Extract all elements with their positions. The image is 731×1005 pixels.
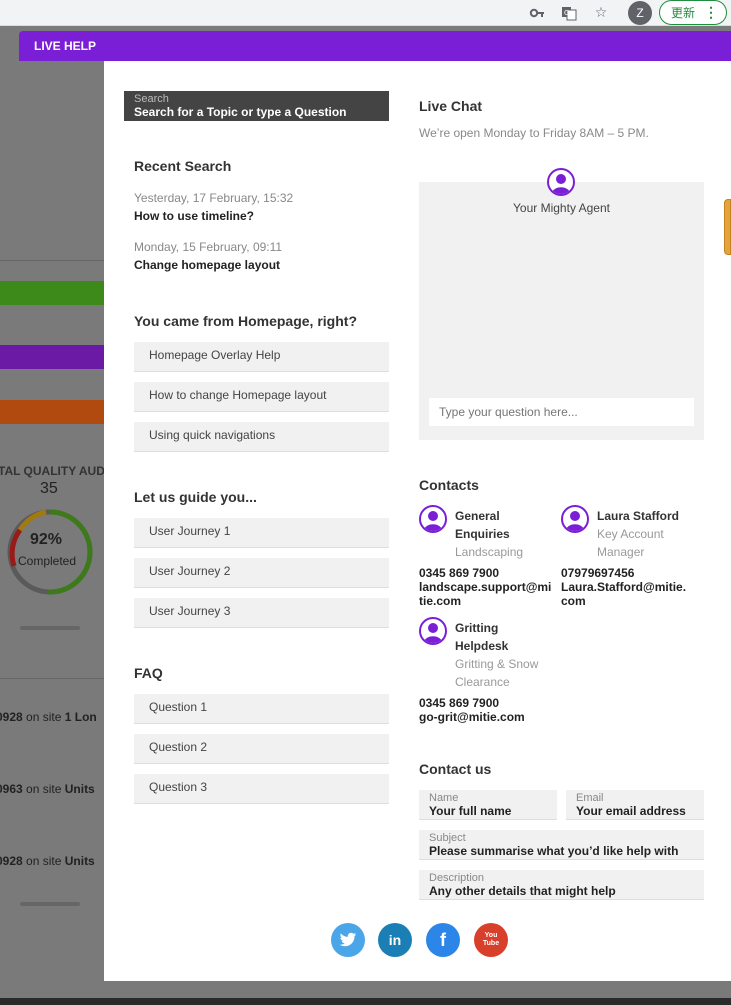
youtube-glyph: You Tube — [482, 932, 500, 947]
live-chat-hours: We’re open Monday to Friday 8AM – 5 PM. — [419, 126, 649, 140]
subject-field-label: Subject — [429, 832, 466, 844]
contact-name: Helpdesk — [455, 639, 509, 653]
live-help-header: LIVE HELP — [19, 31, 731, 61]
user-journey-item[interactable]: User Journey 3 — [134, 598, 389, 628]
email-field[interactable]: Email Your email address — [566, 790, 704, 820]
search-label: Search — [134, 93, 169, 105]
background-scroll-pill — [20, 626, 80, 630]
faq-item[interactable]: Question 2 — [134, 734, 389, 764]
faq-item[interactable]: Question 3 — [134, 774, 389, 804]
update-button-label: 更新 — [671, 6, 696, 20]
contact-role: Clearance — [455, 675, 510, 689]
faq-title: FAQ — [134, 665, 163, 681]
background-divider — [0, 260, 104, 261]
background-bar-orange — [0, 400, 104, 424]
description-field-placeholder: Any other details that might help — [429, 884, 616, 898]
background-scroll-pill — [20, 902, 80, 906]
contact-avatar-icon — [419, 617, 447, 645]
contact-avatar-icon — [561, 505, 589, 533]
contact-role: Key Account — [597, 527, 664, 541]
search-placeholder: Search for a Topic or type a Question — [134, 105, 347, 119]
contacts-title: Contacts — [419, 477, 479, 493]
chat-window: Your Mighty Agent — [419, 168, 704, 440]
help-topic-item[interactable]: Homepage Overlay Help — [134, 342, 389, 372]
contact-name: Gritting — [455, 621, 499, 635]
contact-phone[interactable]: 07979697456 — [561, 566, 634, 580]
guide-title: Let us guide you... — [134, 489, 257, 505]
contact-phone[interactable]: 0345 869 7900 — [419, 696, 499, 710]
contact-email[interactable]: com — [561, 594, 586, 608]
contact-name: General — [455, 509, 500, 523]
youtube-icon[interactable]: You Tube — [474, 923, 508, 957]
background-row: 0928 on site Units — [0, 854, 95, 868]
email-field-label: Email — [576, 792, 604, 804]
agent-avatar-icon — [547, 168, 575, 196]
background-bar-green — [0, 281, 104, 305]
user-journey-item[interactable]: User Journey 2 — [134, 558, 389, 588]
live-chat-title: Live Chat — [419, 98, 483, 114]
linkedin-icon[interactable]: in — [378, 923, 412, 957]
description-field-label: Description — [429, 872, 485, 884]
help-topic-item[interactable]: Using quick navigations — [134, 422, 389, 452]
background-row: 0963 on site Units — [0, 782, 95, 796]
completion-donut-chart — [7, 509, 93, 595]
contact-email[interactable]: Laura.Stafford@mitie. — [561, 580, 686, 594]
key-icon[interactable] — [528, 4, 546, 22]
star-icon[interactable]: ☆ — [592, 4, 610, 22]
contact-us-title: Contact us — [419, 761, 492, 777]
background-count: 35 — [40, 480, 58, 497]
came-from-title: You came from Homepage, right? — [134, 313, 357, 329]
profile-avatar[interactable]: Z — [628, 1, 652, 25]
email-field-placeholder: Your email address — [576, 804, 686, 818]
recent-search-time: Monday, 15 February, 09:11 — [134, 240, 283, 254]
facebook-icon[interactable]: f — [426, 923, 460, 957]
recent-search-time: Yesterday, 17 February, 15:32 — [134, 191, 294, 205]
donut-percent: 92% — [30, 531, 63, 548]
faq-item[interactable]: Question 1 — [134, 694, 389, 724]
live-help-panel: Search Search for a Topic or type a Ques… — [104, 61, 731, 981]
svg-text:G: G — [564, 9, 569, 17]
contact-avatar-icon — [419, 505, 447, 533]
more-menu-icon[interactable]: ⋮ — [704, 4, 718, 20]
contact-role: Manager — [597, 545, 645, 559]
contact-name: Laura Stafford — [597, 509, 680, 523]
background-row: 0928 on site 1 Lon — [0, 710, 97, 724]
description-field[interactable]: Description Any other details that might… — [419, 870, 704, 900]
contact-email[interactable]: go-grit@mitie.com — [419, 710, 525, 724]
translate-icon[interactable]: G — [560, 4, 578, 22]
subject-field[interactable]: Subject Please summarise what you’d like… — [419, 830, 704, 860]
donut-label: Completed — [18, 554, 77, 568]
twitter-icon[interactable] — [331, 923, 365, 957]
update-button[interactable]: 更新 ⋮ — [659, 0, 727, 25]
bottom-edge — [0, 998, 731, 1005]
page-scrollbar-thumb[interactable] — [724, 199, 731, 255]
contact-role: Gritting & Snow — [455, 657, 539, 671]
recent-search-link[interactable]: Change homepage layout — [134, 258, 280, 272]
chat-question-input[interactable] — [429, 398, 694, 426]
background-section-title: TAL QUALITY AUD — [0, 464, 105, 478]
background-divider — [0, 678, 104, 679]
help-topic-item[interactable]: How to change Homepage layout — [134, 382, 389, 412]
contact-phone[interactable]: 0345 869 7900 — [419, 566, 499, 580]
user-journey-item[interactable]: User Journey 1 — [134, 518, 389, 548]
name-field[interactable]: Name Your full name — [419, 790, 557, 820]
name-field-label: Name — [429, 792, 459, 804]
name-field-placeholder: Your full name — [429, 804, 512, 818]
agent-name: Your Mighty Agent — [513, 201, 610, 215]
contact-email[interactable]: landscape.support@mi — [419, 580, 551, 594]
background-bar-purple — [0, 345, 104, 369]
contact-email[interactable]: tie.com — [419, 594, 461, 608]
recent-search-title: Recent Search — [134, 158, 232, 174]
search-input[interactable]: Search Search for a Topic or type a Ques… — [124, 91, 389, 121]
contact-role: Landscaping — [455, 545, 524, 559]
subject-field-placeholder: Please summarise what you’d like help wi… — [429, 844, 679, 858]
browser-toolbar: G ☆ Z 更新 ⋮ — [0, 0, 731, 26]
live-help-title: LIVE HELP — [34, 39, 97, 53]
contact-name: Enquiries — [455, 527, 510, 541]
recent-search-link[interactable]: How to use timeline? — [134, 209, 254, 223]
